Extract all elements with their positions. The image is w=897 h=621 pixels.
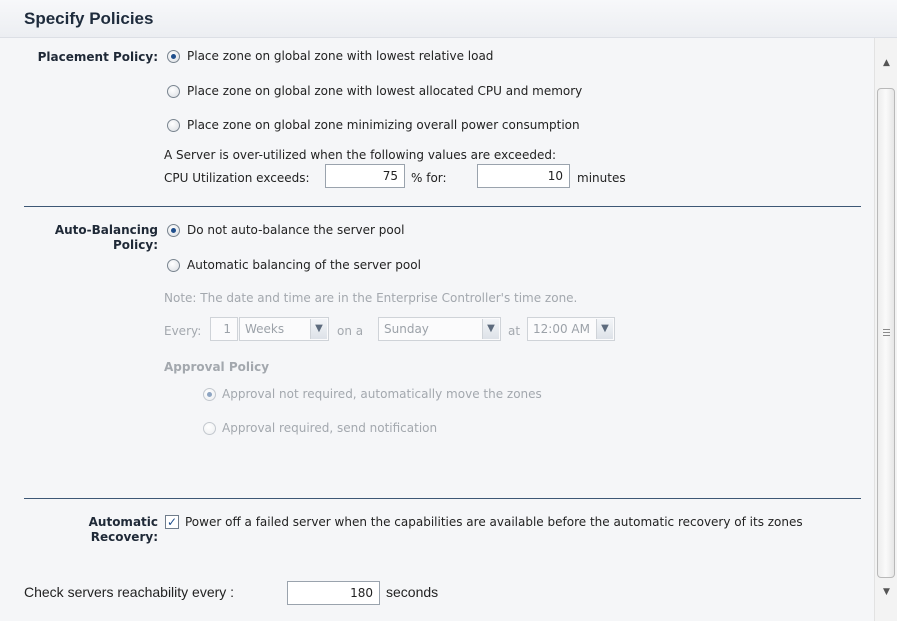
scroll-thumb[interactable] <box>877 88 895 578</box>
grip-icon <box>883 329 890 336</box>
vertical-scrollbar[interactable]: ▲ ▼ <box>874 38 897 621</box>
autobalance-option-off: Do not auto-balance the server pool <box>187 223 405 237</box>
minutes-label: minutes <box>577 171 626 185</box>
overutilized-description: A Server is over-utilized when the follo… <box>164 148 556 162</box>
placement-radio-power[interactable] <box>167 119 180 132</box>
chevron-down-icon: ▼ <box>310 319 327 339</box>
at-label: at <box>508 324 521 338</box>
power-off-label: Power off a failed server when the capab… <box>185 515 803 529</box>
seconds-label: seconds <box>386 584 439 600</box>
power-off-checkbox[interactable]: ✓ <box>165 515 179 529</box>
auto-balancing-label: Auto-Balancing Policy: <box>8 223 158 253</box>
period-select[interactable]: Weeks ▼ <box>239 317 329 341</box>
approval-option-not-required: Approval not required, automatically mov… <box>222 387 542 401</box>
scroll-up-icon[interactable]: ▲ <box>881 58 892 68</box>
auto-balancing-label-line1: Auto-Balancing <box>54 223 158 237</box>
section-divider <box>24 206 861 207</box>
placement-option-lowest-load: Place zone on global zone with lowest re… <box>187 49 494 63</box>
period-select-value: Weeks <box>245 322 285 336</box>
approval-radio-required[interactable] <box>203 422 216 435</box>
approval-radio-not-required[interactable] <box>203 388 216 401</box>
chevron-down-icon: ▼ <box>482 319 499 339</box>
automatic-recovery-label-line2: Recovery: <box>90 530 158 544</box>
on-a-label: on a <box>337 324 364 338</box>
cpu-utilization-input[interactable]: 75 <box>325 164 405 188</box>
placement-radio-lowest-load[interactable] <box>167 50 180 63</box>
dialog-header: Specify Policies <box>0 0 897 38</box>
day-select-value: Sunday <box>384 322 429 336</box>
day-select[interactable]: Sunday ▼ <box>378 317 501 341</box>
placement-option-lowest-cpu-memory: Place zone on global zone with lowest al… <box>187 84 583 98</box>
auto-balancing-label-line2: Policy: <box>113 238 158 252</box>
page-title: Specify Policies <box>24 9 154 28</box>
minutes-input[interactable]: 10 <box>477 164 570 188</box>
section-divider <box>24 498 861 499</box>
placement-radio-lowest-cpu-memory[interactable] <box>167 85 180 98</box>
automatic-recovery-label-line1: Automatic <box>88 515 158 529</box>
cpu-utilization-label: CPU Utilization exceeds: <box>164 171 310 185</box>
autobalance-radio-auto[interactable] <box>167 259 180 272</box>
placement-option-power: Place zone on global zone minimizing ove… <box>187 118 580 132</box>
autobalance-radio-off[interactable] <box>167 224 180 237</box>
scroll-down-icon[interactable]: ▼ <box>881 587 892 597</box>
reachability-input[interactable]: 180 <box>287 581 380 605</box>
every-count-input[interactable]: 1 <box>210 317 238 341</box>
timezone-note: Note: The date and time are in the Enter… <box>164 291 578 305</box>
approval-option-required: Approval required, send notification <box>222 421 438 435</box>
placement-policy-label: Placement Policy: <box>37 50 158 64</box>
every-label: Every: <box>164 324 202 338</box>
approval-policy-title: Approval Policy <box>164 360 270 374</box>
time-select-value: 12:00 AM <box>533 322 590 336</box>
reachability-label: Check servers reachability every : <box>24 584 235 600</box>
automatic-recovery-label: Automatic Recovery: <box>8 515 158 545</box>
time-select[interactable]: 12:00 AM ▼ <box>527 317 615 341</box>
chevron-down-icon: ▼ <box>596 319 613 339</box>
autobalance-option-auto: Automatic balancing of the server pool <box>187 258 421 272</box>
policies-panel: Placement Policy: Place zone on global z… <box>0 38 874 621</box>
percent-for-label: % for: <box>411 171 447 185</box>
